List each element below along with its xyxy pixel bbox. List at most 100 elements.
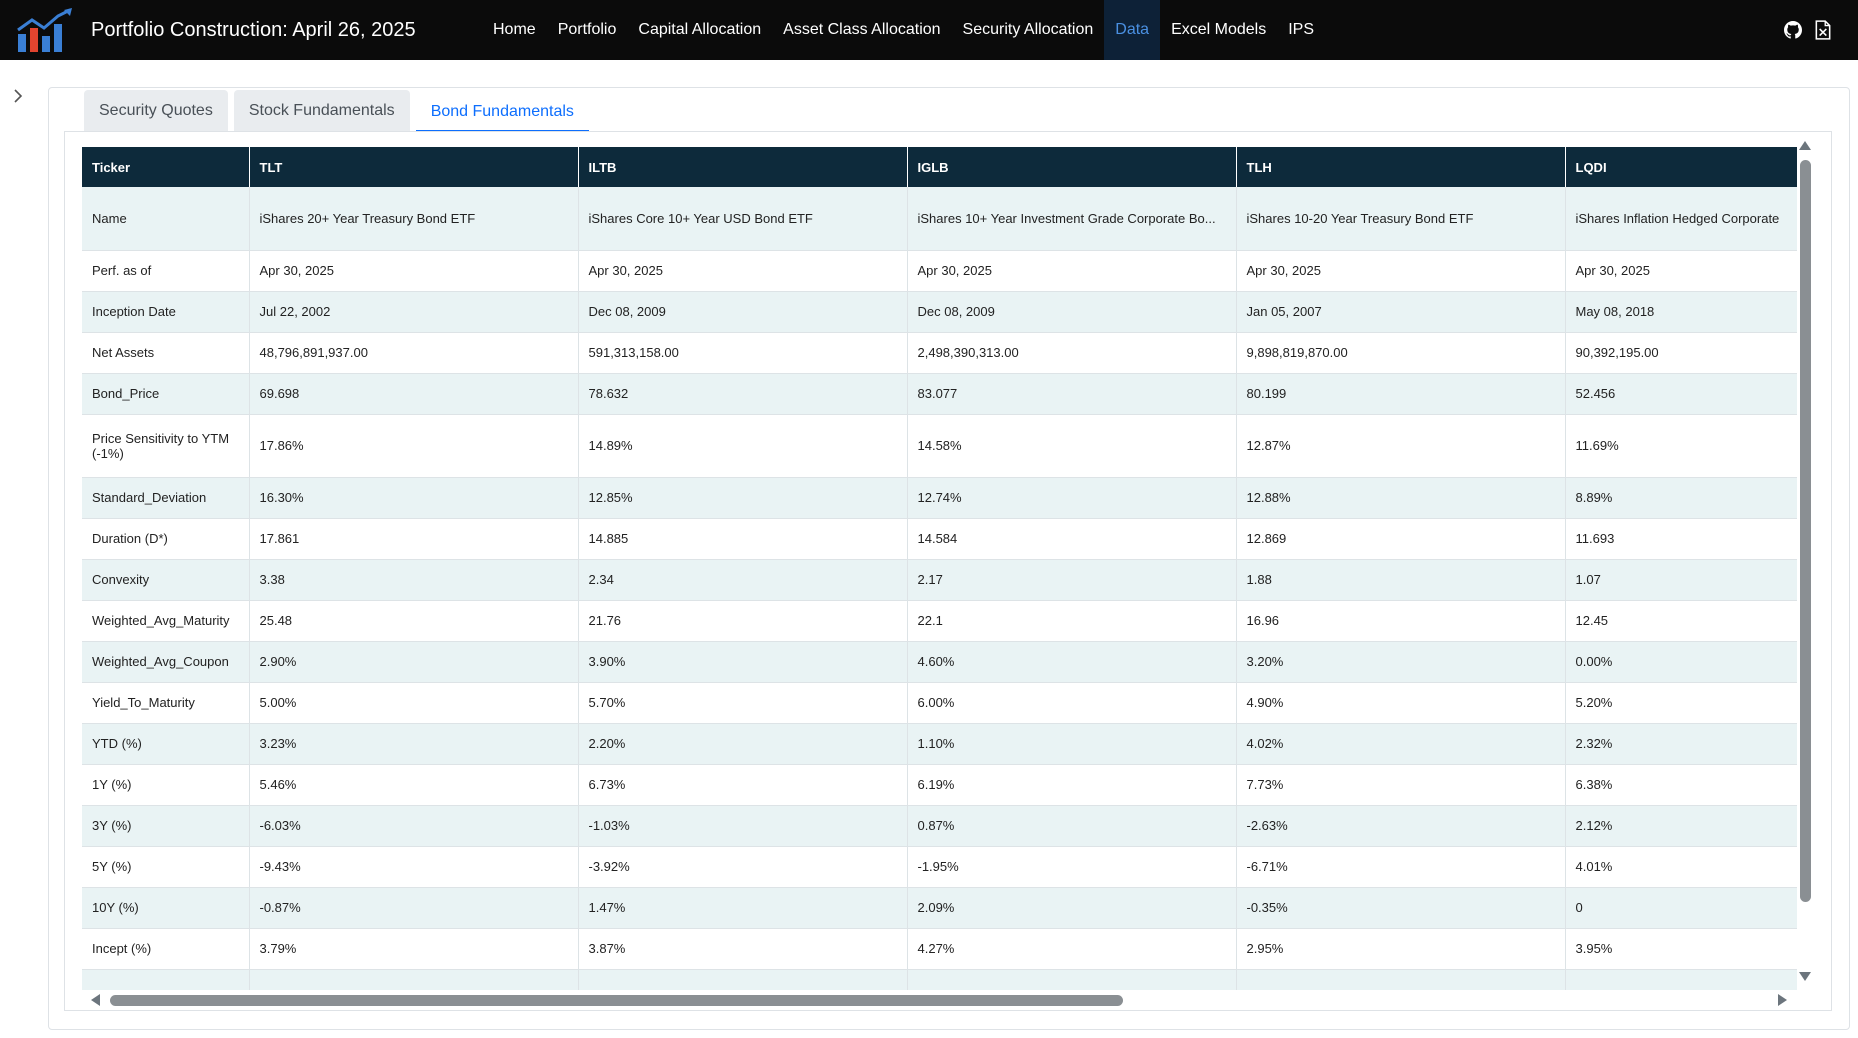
nav-link-asset-class-allocation[interactable]: Asset Class Allocation <box>772 0 951 60</box>
row-label: Weighted_Avg_Coupon <box>82 641 250 683</box>
table-row: 1Y (%) 5.46% 6.73% 6.19% 7.73% 6.38% <box>82 764 1797 806</box>
column-header-tlh[interactable]: TLH <box>1236 147 1566 187</box>
nav-links: Home Portfolio Capital Allocation Asset Cla… <box>482 0 1325 60</box>
nav-link-excel-models[interactable]: Excel Models <box>1160 0 1277 60</box>
nav-link-home[interactable]: Home <box>482 0 547 60</box>
table-cell: 0.00% <box>1565 641 1797 683</box>
table-cell: iShares Core 10+ Year USD Bond ETF <box>578 187 908 251</box>
table-cell: 6.38% <box>1565 764 1797 806</box>
table-cell: 4.02% <box>1236 723 1566 765</box>
table-cell: Jul 22, 2002 <box>249 291 579 333</box>
chevron-right-icon[interactable] <box>10 86 26 106</box>
table-cell: 5.20% <box>1565 682 1797 724</box>
table-cell: 5.70% <box>578 682 908 724</box>
table-cell: 90,392,195.00 <box>1565 332 1797 374</box>
table-cell: 69.698 <box>249 373 579 415</box>
scroll-down-arrow-icon[interactable] <box>1799 972 1811 981</box>
table-cell: iShares 10+ Year Investment Grade Corpor… <box>907 187 1237 251</box>
table-cell: -9.43% <box>249 846 579 888</box>
row-label <box>82 969 250 990</box>
table-cell: -3.92% <box>578 846 908 888</box>
table-cell: 12.87% <box>1236 414 1566 478</box>
scroll-right-arrow-icon[interactable] <box>1778 994 1787 1006</box>
nav-link-data[interactable]: Data <box>1104 0 1161 60</box>
table-cell: iShares 10-20 Year Treasury Bond ETF <box>1236 187 1566 251</box>
nav-link-security-allocation[interactable]: Security Allocation <box>952 0 1105 60</box>
tab-security-quotes[interactable]: Security Quotes <box>84 90 228 131</box>
table-cell: 21.76 <box>578 600 908 642</box>
tab-stock-fundamentals[interactable]: Stock Fundamentals <box>233 90 410 131</box>
table-cell: 7.73% <box>1236 764 1566 806</box>
table-cell: 0 <box>1565 887 1797 929</box>
table-cell: 3.87% <box>578 928 908 970</box>
table-row: Convexity 3.38 2.34 2.17 1.88 1.07 <box>82 559 1797 601</box>
row-label: 10Y (%) <box>82 887 250 929</box>
scroll-left-arrow-icon[interactable] <box>91 994 100 1006</box>
table-cell: 4.01% <box>1565 846 1797 888</box>
table-cell: 11.693 <box>1565 518 1797 560</box>
table-cell: 25.48 <box>249 600 579 642</box>
table-row: 5Y (%) -9.43% -3.92% -1.95% -6.71% 4.01% <box>82 846 1797 888</box>
table-cell: Apr 30, 2025 <box>1236 250 1566 292</box>
table-cell: 80.199 <box>1236 373 1566 415</box>
row-label: Price Sensitivity to YTM (-1%) <box>82 414 250 478</box>
table-cell: 3.79% <box>249 928 579 970</box>
table-cell: -0.35% <box>1236 887 1566 929</box>
table-cell: 6.73% <box>578 764 908 806</box>
table-cell: 5.46% <box>249 764 579 806</box>
table-cell: Dec 08, 2009 <box>578 291 908 333</box>
table-cell: 4.90% <box>1236 682 1566 724</box>
vertical-scrollbar-thumb[interactable] <box>1800 160 1811 902</box>
table-cell: 17.861 <box>249 518 579 560</box>
table-cell: 11.69% <box>1565 414 1797 478</box>
github-icon[interactable] <box>1784 20 1802 40</box>
excel-file-icon[interactable] <box>1814 20 1832 40</box>
table-cell: 4.60% <box>907 641 1237 683</box>
table-cell: 12.74% <box>907 477 1237 519</box>
row-label: Incept (%) <box>82 928 250 970</box>
table-cell: Apr 30, 2025 <box>578 250 908 292</box>
brand-title[interactable]: Portfolio Construction: April 26, 2025 <box>91 0 416 60</box>
table-cell: 16.96 <box>1236 600 1566 642</box>
horizontal-scrollbar-thumb[interactable] <box>110 995 1123 1006</box>
table-cell: 2.17 <box>907 559 1237 601</box>
row-label: Bond_Price <box>82 373 250 415</box>
tab-bond-fundamentals[interactable]: Bond Fundamentals <box>415 90 589 132</box>
column-header-lqdi[interactable]: LQDI <box>1565 147 1797 187</box>
table-cell: May 08, 2018 <box>1565 291 1797 333</box>
bar-chart-logo-icon[interactable] <box>16 8 76 52</box>
table-cell: 3.20% <box>1236 641 1566 683</box>
nav-link-portfolio[interactable]: Portfolio <box>547 0 628 60</box>
table-row: Incept (%) 3.79% 3.87% 4.27% 2.95% 3.95% <box>82 928 1797 970</box>
column-header-ticker[interactable]: Ticker <box>82 147 250 187</box>
table-cell: 2.20% <box>578 723 908 765</box>
bond-fundamentals-table-viewport[interactable]: Ticker TLT ILTB IGLB TLH LQDI Name iShares 20+… <box>82 147 1797 990</box>
table-cell: Apr 30, 2025 <box>249 250 579 292</box>
table-cell: 3.23% <box>249 723 579 765</box>
row-label: Yield_To_Maturity <box>82 682 250 724</box>
table-row: 3Y (%) -6.03% -1.03% 0.87% -2.63% 2.12% <box>82 805 1797 847</box>
top-navbar: Portfolio Construction: April 26, 2025 H… <box>0 0 1858 60</box>
table-row: Bond_Price 69.698 78.632 83.077 80.199 52.456 <box>82 373 1797 415</box>
table-cell: Jan 05, 2007 <box>1236 291 1566 333</box>
column-header-iltb[interactable]: ILTB <box>578 147 908 187</box>
scroll-up-arrow-icon[interactable] <box>1799 141 1811 150</box>
row-label: Net Assets <box>82 332 250 374</box>
table-body: Name iShares 20+ Year Treasury Bond ETF iS… <box>82 187 1797 990</box>
table-cell: 16.30% <box>249 477 579 519</box>
row-label: Inception Date <box>82 291 250 333</box>
table-cell: 12.85% <box>578 477 908 519</box>
table-cell: 3.95% <box>1565 928 1797 970</box>
nav-link-ips[interactable]: IPS <box>1277 0 1325 60</box>
table-cell: iShares Inflation Hedged Corporate <box>1565 187 1797 251</box>
table-cell: 17.86% <box>249 414 579 478</box>
table-cell <box>249 969 579 990</box>
nav-icons <box>1784 20 1832 40</box>
table-cell: 12.869 <box>1236 518 1566 560</box>
table-cell <box>1565 969 1797 990</box>
column-header-tlt[interactable]: TLT <box>249 147 579 187</box>
nav-link-capital-allocation[interactable]: Capital Allocation <box>627 0 772 60</box>
table-cell: 2.12% <box>1565 805 1797 847</box>
column-header-iglb[interactable]: IGLB <box>907 147 1237 187</box>
table-cell: Apr 30, 2025 <box>1565 250 1797 292</box>
